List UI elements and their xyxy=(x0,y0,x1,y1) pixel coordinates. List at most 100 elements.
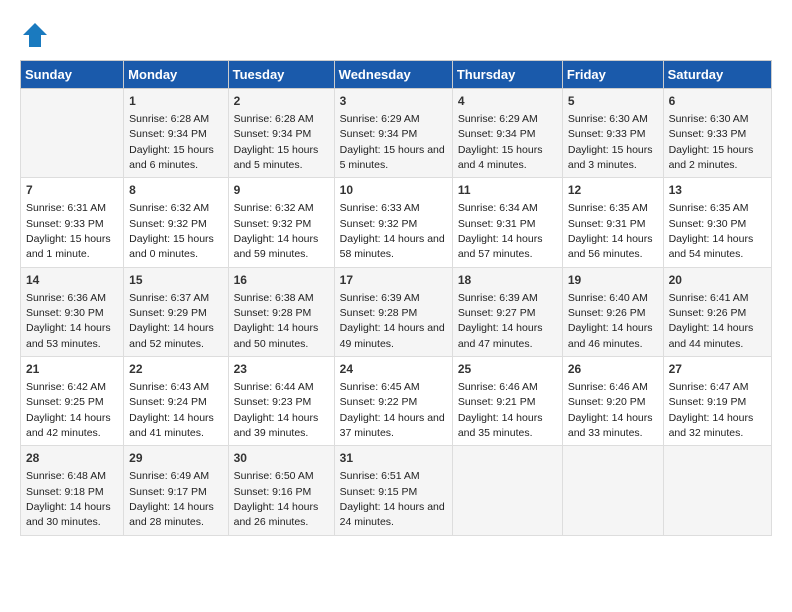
sunrise-text: Sunrise: 6:39 AM xyxy=(458,292,538,304)
day-cell: 4Sunrise: 6:29 AMSunset: 9:34 PMDaylight… xyxy=(452,89,562,178)
day-cell: 29 Sunrise: 6:49 AM Sunset: 9:17 PM Dayligh… xyxy=(124,446,228,535)
daylight-text: Daylight: 14 hours and 47 minutes. xyxy=(458,322,543,349)
sunset-text: Sunset: 9:31 PM xyxy=(568,218,646,230)
day-number: 31 xyxy=(340,450,447,467)
day-number: 22 xyxy=(129,361,222,378)
sunrise-text: Sunrise: 6:30 AM xyxy=(669,113,749,125)
day-cell: 30 Sunrise: 6:50 AM Sunset: 9:16 PM Dayligh… xyxy=(228,446,334,535)
daylight-text: Daylight: 14 hours and 35 minutes. xyxy=(458,412,543,439)
day-number: 20 xyxy=(669,272,766,289)
day-number: 21 xyxy=(26,361,118,378)
calendar-header: SundayMondayTuesdayWednesdayThursdayFrid… xyxy=(21,61,772,89)
day-cell: 13Sunrise: 6:35 AMSunset: 9:30 PMDayligh… xyxy=(663,178,771,267)
sunset-text: Sunset: 9:23 PM xyxy=(234,396,312,408)
day-cell: 6Sunrise: 6:30 AMSunset: 9:33 PMDaylight… xyxy=(663,89,771,178)
day-cell xyxy=(562,446,663,535)
daylight-text: Daylight: 14 hours and 37 minutes. xyxy=(340,412,445,439)
sunset-text: Sunset: 9:32 PM xyxy=(234,218,312,230)
sunset-text: Sunset: 9:20 PM xyxy=(568,396,646,408)
daylight-text: Daylight: 14 hours and 49 minutes. xyxy=(340,322,445,349)
col-header-tuesday: Tuesday xyxy=(228,61,334,89)
sunset-text: Sunset: 9:17 PM xyxy=(129,486,207,498)
sunrise-text: Sunrise: 6:48 AM xyxy=(26,470,106,482)
sunrise-text: Sunrise: 6:28 AM xyxy=(129,113,209,125)
day-number: 14 xyxy=(26,272,118,289)
day-cell: 18Sunrise: 6:39 AMSunset: 9:27 PMDayligh… xyxy=(452,267,562,356)
sunrise-text: Sunrise: 6:40 AM xyxy=(568,292,648,304)
sunrise-text: Sunrise: 6:32 AM xyxy=(234,202,314,214)
sunset-text: Sunset: 9:16 PM xyxy=(234,486,312,498)
col-header-sunday: Sunday xyxy=(21,61,124,89)
logo xyxy=(20,20,54,50)
daylight-text: Daylight: 15 hours and 1 minute. xyxy=(26,233,111,260)
daylight-text: Daylight: 15 hours and 5 minutes. xyxy=(340,144,445,171)
daylight-text: Daylight: 14 hours and 56 minutes. xyxy=(568,233,653,260)
day-cell: 19Sunrise: 6:40 AMSunset: 9:26 PMDayligh… xyxy=(562,267,663,356)
daylight-text: Daylight: 14 hours and 28 minutes. xyxy=(129,501,214,528)
sunset-text: Sunset: 9:29 PM xyxy=(129,307,207,319)
sunset-text: Sunset: 9:28 PM xyxy=(340,307,418,319)
sunrise-text: Sunrise: 6:43 AM xyxy=(129,381,209,393)
sunset-text: Sunset: 9:30 PM xyxy=(26,307,104,319)
sunset-text: Sunset: 9:19 PM xyxy=(669,396,747,408)
daylight-text: Daylight: 14 hours and 44 minutes. xyxy=(669,322,754,349)
day-number: 9 xyxy=(234,182,329,199)
daylight-text: Daylight: 14 hours and 41 minutes. xyxy=(129,412,214,439)
day-number: 28 xyxy=(26,450,118,467)
day-cell: 8Sunrise: 6:32 AMSunset: 9:32 PMDaylight… xyxy=(124,178,228,267)
day-cell: 5Sunrise: 6:30 AMSunset: 9:33 PMDaylight… xyxy=(562,89,663,178)
daylight-text: Daylight: 14 hours and 26 minutes. xyxy=(234,501,319,528)
day-number: 17 xyxy=(340,272,447,289)
daylight-text: Daylight: 14 hours and 24 minutes. xyxy=(340,501,445,528)
week-row-3: 14Sunrise: 6:36 AMSunset: 9:30 PMDayligh… xyxy=(21,267,772,356)
day-cell: 3Sunrise: 6:29 AMSunset: 9:34 PMDaylight… xyxy=(334,89,452,178)
sunset-text: Sunset: 9:33 PM xyxy=(26,218,104,230)
daylight-text: Daylight: 14 hours and 46 minutes. xyxy=(568,322,653,349)
day-number: 7 xyxy=(26,182,118,199)
sunset-text: Sunset: 9:33 PM xyxy=(568,128,646,140)
day-cell: 10Sunrise: 6:33 AMSunset: 9:32 PMDayligh… xyxy=(334,178,452,267)
sunrise-text: Sunrise: 6:50 AM xyxy=(234,470,314,482)
sunrise-text: Sunrise: 6:35 AM xyxy=(568,202,648,214)
day-number: 2 xyxy=(234,93,329,110)
day-number: 4 xyxy=(458,93,557,110)
sunrise-text: Sunrise: 6:47 AM xyxy=(669,381,749,393)
sunrise-text: Sunrise: 6:38 AM xyxy=(234,292,314,304)
sunset-text: Sunset: 9:21 PM xyxy=(458,396,536,408)
daylight-text: Daylight: 14 hours and 54 minutes. xyxy=(669,233,754,260)
day-number: 24 xyxy=(340,361,447,378)
day-cell: 14Sunrise: 6:36 AMSunset: 9:30 PMDayligh… xyxy=(21,267,124,356)
day-cell: 15Sunrise: 6:37 AMSunset: 9:29 PMDayligh… xyxy=(124,267,228,356)
day-number: 13 xyxy=(669,182,766,199)
calendar-body: 1Sunrise: 6:28 AMSunset: 9:34 PMDaylight… xyxy=(21,89,772,536)
day-cell: 26Sunrise: 6:46 AMSunset: 9:20 PMDayligh… xyxy=(562,357,663,446)
sunrise-text: Sunrise: 6:29 AM xyxy=(458,113,538,125)
day-number: 29 xyxy=(129,450,222,467)
sunset-text: Sunset: 9:22 PM xyxy=(340,396,418,408)
day-number: 6 xyxy=(669,93,766,110)
day-cell: 16Sunrise: 6:38 AMSunset: 9:28 PMDayligh… xyxy=(228,267,334,356)
col-header-thursday: Thursday xyxy=(452,61,562,89)
day-cell: 1Sunrise: 6:28 AMSunset: 9:34 PMDaylight… xyxy=(124,89,228,178)
day-cell xyxy=(452,446,562,535)
daylight-text: Daylight: 14 hours and 53 minutes. xyxy=(26,322,111,349)
daylight-text: Daylight: 14 hours and 39 minutes. xyxy=(234,412,319,439)
day-cell: 7Sunrise: 6:31 AMSunset: 9:33 PMDaylight… xyxy=(21,178,124,267)
calendar-table: SundayMondayTuesdayWednesdayThursdayFrid… xyxy=(20,60,772,536)
col-header-saturday: Saturday xyxy=(663,61,771,89)
sunrise-text: Sunrise: 6:49 AM xyxy=(129,470,209,482)
day-number: 30 xyxy=(234,450,329,467)
day-number: 26 xyxy=(568,361,658,378)
day-cell: 27Sunrise: 6:47 AMSunset: 9:19 PMDayligh… xyxy=(663,357,771,446)
day-number: 18 xyxy=(458,272,557,289)
day-number: 1 xyxy=(129,93,222,110)
sunrise-text: Sunrise: 6:45 AM xyxy=(340,381,420,393)
day-cell xyxy=(21,89,124,178)
daylight-text: Daylight: 15 hours and 3 minutes. xyxy=(568,144,653,171)
day-cell: 20Sunrise: 6:41 AMSunset: 9:26 PMDayligh… xyxy=(663,267,771,356)
day-cell: 28Sunrise: 6:48 AMSunset: 9:18 PMDayligh… xyxy=(21,446,124,535)
sunrise-text: Sunrise: 6:29 AM xyxy=(340,113,420,125)
sunrise-text: Sunrise: 6:33 AM xyxy=(340,202,420,214)
daylight-text: Daylight: 14 hours and 42 minutes. xyxy=(26,412,111,439)
sunrise-text: Sunrise: 6:41 AM xyxy=(669,292,749,304)
